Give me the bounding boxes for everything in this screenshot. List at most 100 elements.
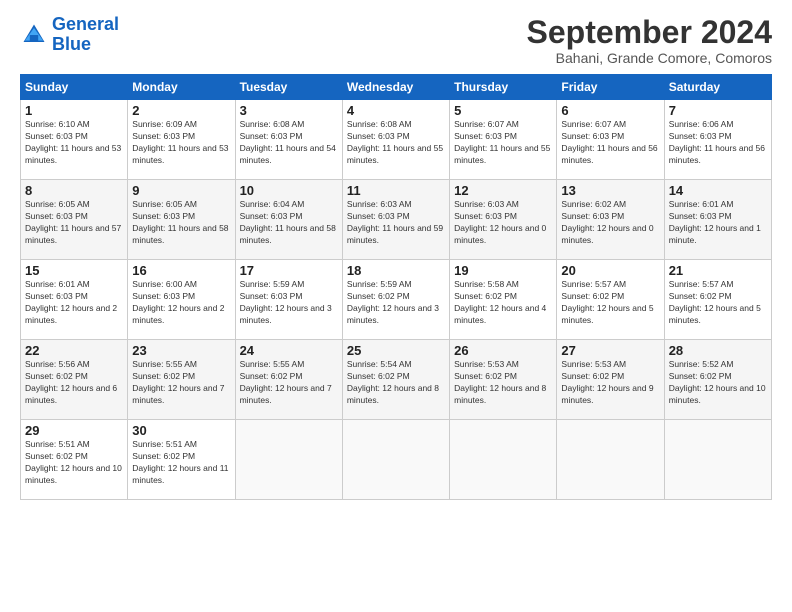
day-info: Sunrise: 6:01 AM Sunset: 6:03 PM Dayligh… xyxy=(669,199,767,247)
location-subtitle: Bahani, Grande Comore, Comoros xyxy=(527,50,772,66)
calendar-week-2: 15 Sunrise: 6:01 AM Sunset: 6:03 PM Dayl… xyxy=(21,260,772,340)
calendar-cell: 22 Sunrise: 5:56 AM Sunset: 6:02 PM Dayl… xyxy=(21,340,128,420)
day-info: Sunrise: 6:03 AM Sunset: 6:03 PM Dayligh… xyxy=(454,199,552,247)
col-tuesday: Tuesday xyxy=(235,75,342,100)
calendar-cell: 29 Sunrise: 5:51 AM Sunset: 6:02 PM Dayl… xyxy=(21,420,128,500)
day-info: Sunrise: 5:57 AM Sunset: 6:02 PM Dayligh… xyxy=(669,279,767,327)
day-info: Sunrise: 6:02 AM Sunset: 6:03 PM Dayligh… xyxy=(561,199,659,247)
day-number: 11 xyxy=(347,183,445,198)
calendar-cell: 10 Sunrise: 6:04 AM Sunset: 6:03 PM Dayl… xyxy=(235,180,342,260)
day-number: 24 xyxy=(240,343,338,358)
calendar-table: Sunday Monday Tuesday Wednesday Thursday… xyxy=(20,74,772,500)
day-number: 20 xyxy=(561,263,659,278)
day-info: Sunrise: 6:03 AM Sunset: 6:03 PM Dayligh… xyxy=(347,199,445,247)
logo-icon xyxy=(20,21,48,49)
title-block: September 2024 Bahani, Grande Comore, Co… xyxy=(527,15,772,66)
calendar-cell: 15 Sunrise: 6:01 AM Sunset: 6:03 PM Dayl… xyxy=(21,260,128,340)
calendar-cell: 24 Sunrise: 5:55 AM Sunset: 6:02 PM Dayl… xyxy=(235,340,342,420)
col-friday: Friday xyxy=(557,75,664,100)
calendar-week-3: 22 Sunrise: 5:56 AM Sunset: 6:02 PM Dayl… xyxy=(21,340,772,420)
day-number: 28 xyxy=(669,343,767,358)
col-thursday: Thursday xyxy=(450,75,557,100)
day-number: 21 xyxy=(669,263,767,278)
col-sunday: Sunday xyxy=(21,75,128,100)
col-wednesday: Wednesday xyxy=(342,75,449,100)
day-number: 15 xyxy=(25,263,123,278)
day-info: Sunrise: 5:57 AM Sunset: 6:02 PM Dayligh… xyxy=(561,279,659,327)
day-info: Sunrise: 6:09 AM Sunset: 6:03 PM Dayligh… xyxy=(132,119,230,167)
calendar-cell: 1 Sunrise: 6:10 AM Sunset: 6:03 PM Dayli… xyxy=(21,100,128,180)
calendar-cell: 7 Sunrise: 6:06 AM Sunset: 6:03 PM Dayli… xyxy=(664,100,771,180)
day-number: 26 xyxy=(454,343,552,358)
day-info: Sunrise: 5:55 AM Sunset: 6:02 PM Dayligh… xyxy=(240,359,338,407)
calendar-cell: 25 Sunrise: 5:54 AM Sunset: 6:02 PM Dayl… xyxy=(342,340,449,420)
day-info: Sunrise: 5:51 AM Sunset: 6:02 PM Dayligh… xyxy=(132,439,230,487)
day-number: 14 xyxy=(669,183,767,198)
day-info: Sunrise: 6:00 AM Sunset: 6:03 PM Dayligh… xyxy=(132,279,230,327)
calendar-cell: 3 Sunrise: 6:08 AM Sunset: 6:03 PM Dayli… xyxy=(235,100,342,180)
day-info: Sunrise: 5:52 AM Sunset: 6:02 PM Dayligh… xyxy=(669,359,767,407)
day-number: 5 xyxy=(454,103,552,118)
page: General Blue September 2024 Bahani, Gran… xyxy=(0,0,792,612)
day-info: Sunrise: 6:06 AM Sunset: 6:03 PM Dayligh… xyxy=(669,119,767,167)
calendar-cell: 27 Sunrise: 5:53 AM Sunset: 6:02 PM Dayl… xyxy=(557,340,664,420)
day-number: 16 xyxy=(132,263,230,278)
day-info: Sunrise: 6:01 AM Sunset: 6:03 PM Dayligh… xyxy=(25,279,123,327)
day-info: Sunrise: 6:10 AM Sunset: 6:03 PM Dayligh… xyxy=(25,119,123,167)
day-info: Sunrise: 5:59 AM Sunset: 6:03 PM Dayligh… xyxy=(240,279,338,327)
day-info: Sunrise: 6:07 AM Sunset: 6:03 PM Dayligh… xyxy=(454,119,552,167)
calendar-cell: 13 Sunrise: 6:02 AM Sunset: 6:03 PM Dayl… xyxy=(557,180,664,260)
day-number: 12 xyxy=(454,183,552,198)
calendar-cell: 21 Sunrise: 5:57 AM Sunset: 6:02 PM Dayl… xyxy=(664,260,771,340)
day-info: Sunrise: 5:58 AM Sunset: 6:02 PM Dayligh… xyxy=(454,279,552,327)
calendar-cell: 17 Sunrise: 5:59 AM Sunset: 6:03 PM Dayl… xyxy=(235,260,342,340)
day-number: 23 xyxy=(132,343,230,358)
day-number: 29 xyxy=(25,423,123,438)
day-info: Sunrise: 6:07 AM Sunset: 6:03 PM Dayligh… xyxy=(561,119,659,167)
day-number: 1 xyxy=(25,103,123,118)
day-info: Sunrise: 5:53 AM Sunset: 6:02 PM Dayligh… xyxy=(454,359,552,407)
calendar-cell: 30 Sunrise: 5:51 AM Sunset: 6:02 PM Dayl… xyxy=(128,420,235,500)
calendar-cell: 28 Sunrise: 5:52 AM Sunset: 6:02 PM Dayl… xyxy=(664,340,771,420)
calendar-cell: 2 Sunrise: 6:09 AM Sunset: 6:03 PM Dayli… xyxy=(128,100,235,180)
calendar-cell: 20 Sunrise: 5:57 AM Sunset: 6:02 PM Dayl… xyxy=(557,260,664,340)
col-monday: Monday xyxy=(128,75,235,100)
calendar-cell xyxy=(450,420,557,500)
day-info: Sunrise: 5:54 AM Sunset: 6:02 PM Dayligh… xyxy=(347,359,445,407)
calendar-week-1: 8 Sunrise: 6:05 AM Sunset: 6:03 PM Dayli… xyxy=(21,180,772,260)
day-number: 27 xyxy=(561,343,659,358)
day-number: 7 xyxy=(669,103,767,118)
header: General Blue September 2024 Bahani, Gran… xyxy=(20,15,772,66)
header-row: Sunday Monday Tuesday Wednesday Thursday… xyxy=(21,75,772,100)
calendar-cell: 9 Sunrise: 6:05 AM Sunset: 6:03 PM Dayli… xyxy=(128,180,235,260)
calendar-cell: 18 Sunrise: 5:59 AM Sunset: 6:02 PM Dayl… xyxy=(342,260,449,340)
calendar-week-0: 1 Sunrise: 6:10 AM Sunset: 6:03 PM Dayli… xyxy=(21,100,772,180)
day-number: 18 xyxy=(347,263,445,278)
calendar-cell: 14 Sunrise: 6:01 AM Sunset: 6:03 PM Dayl… xyxy=(664,180,771,260)
day-number: 25 xyxy=(347,343,445,358)
day-info: Sunrise: 6:08 AM Sunset: 6:03 PM Dayligh… xyxy=(347,119,445,167)
day-number: 3 xyxy=(240,103,338,118)
day-number: 6 xyxy=(561,103,659,118)
logo-text: General Blue xyxy=(52,15,119,55)
calendar-cell: 11 Sunrise: 6:03 AM Sunset: 6:03 PM Dayl… xyxy=(342,180,449,260)
calendar-cell: 5 Sunrise: 6:07 AM Sunset: 6:03 PM Dayli… xyxy=(450,100,557,180)
calendar-cell: 16 Sunrise: 6:00 AM Sunset: 6:03 PM Dayl… xyxy=(128,260,235,340)
day-number: 19 xyxy=(454,263,552,278)
day-number: 30 xyxy=(132,423,230,438)
day-info: Sunrise: 6:05 AM Sunset: 6:03 PM Dayligh… xyxy=(25,199,123,247)
day-info: Sunrise: 6:04 AM Sunset: 6:03 PM Dayligh… xyxy=(240,199,338,247)
calendar-cell xyxy=(342,420,449,500)
day-number: 2 xyxy=(132,103,230,118)
day-info: Sunrise: 5:56 AM Sunset: 6:02 PM Dayligh… xyxy=(25,359,123,407)
calendar-cell xyxy=(664,420,771,500)
logo: General Blue xyxy=(20,15,119,55)
calendar-cell xyxy=(235,420,342,500)
day-number: 13 xyxy=(561,183,659,198)
calendar-cell: 12 Sunrise: 6:03 AM Sunset: 6:03 PM Dayl… xyxy=(450,180,557,260)
calendar-cell: 4 Sunrise: 6:08 AM Sunset: 6:03 PM Dayli… xyxy=(342,100,449,180)
month-title: September 2024 xyxy=(527,15,772,50)
day-number: 4 xyxy=(347,103,445,118)
logo-general: General xyxy=(52,14,119,34)
col-saturday: Saturday xyxy=(664,75,771,100)
